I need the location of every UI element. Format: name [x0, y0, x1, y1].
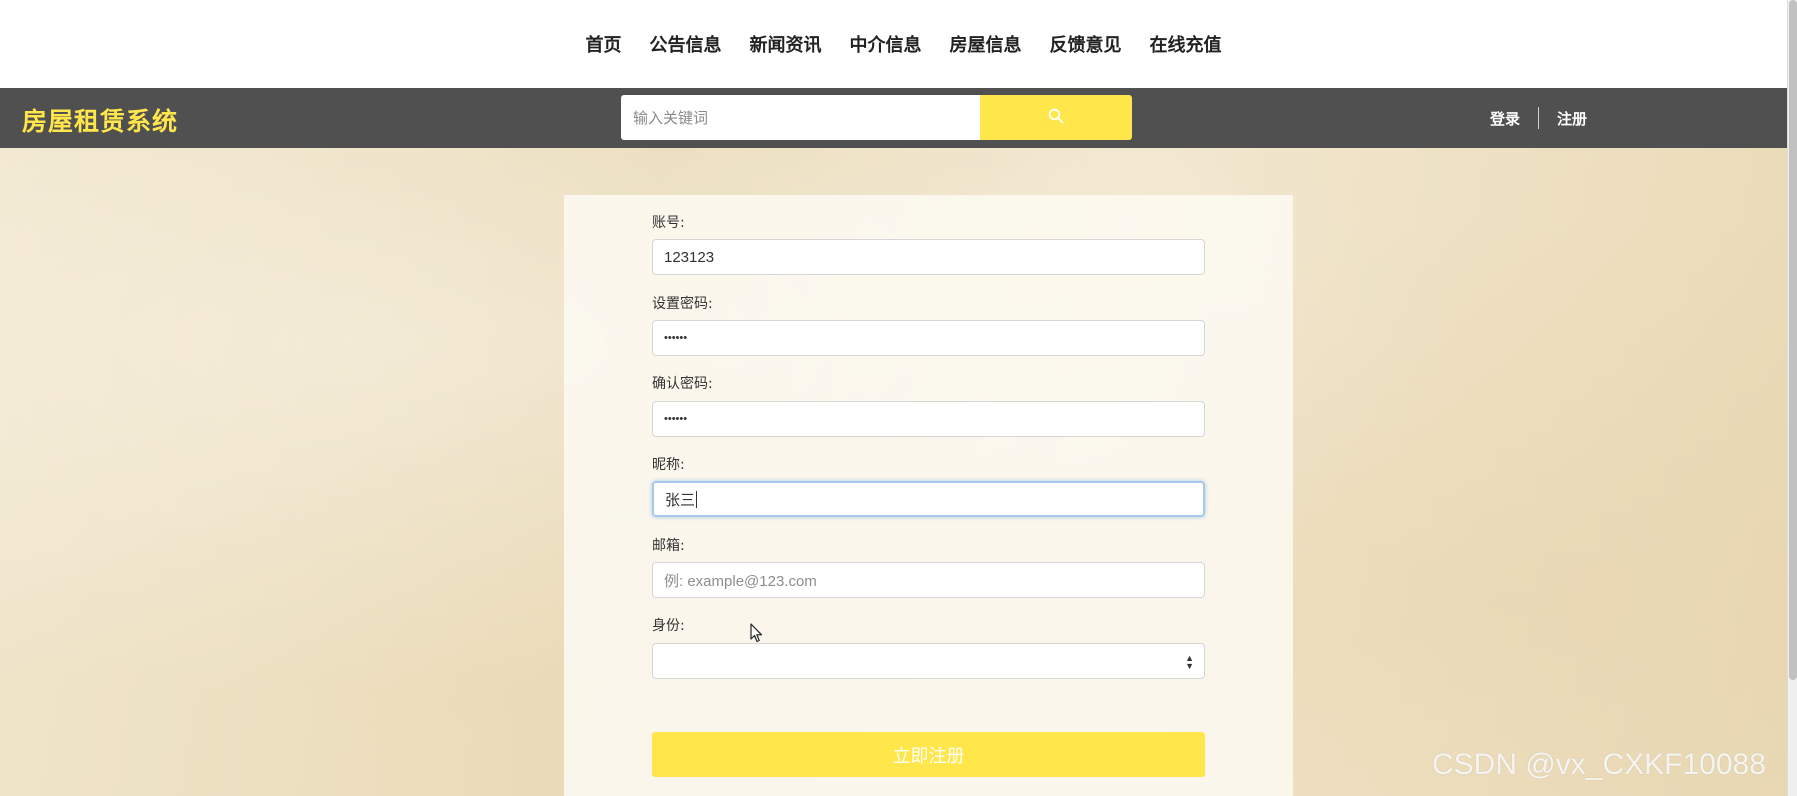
mouse-cursor-icon [750, 623, 764, 647]
watermark-text: CSDN @vx_CXKF10088 [1432, 748, 1766, 781]
role-label: 身份: [652, 618, 685, 634]
email-field[interactable]: 例: example@123.com [652, 562, 1205, 598]
auth-divider [1538, 107, 1540, 129]
register-submit-button[interactable]: 立即注册 [652, 732, 1205, 777]
login-link[interactable]: 登录 [1490, 108, 1520, 129]
nav-item-announcements[interactable]: 公告信息 [650, 31, 722, 57]
top-navigation: 首页 公告信息 新闻资讯 中介信息 房屋信息 反馈意见 在线充值 [0, 0, 1787, 88]
nav-item-recharge[interactable]: 在线充值 [1150, 31, 1222, 57]
password-field[interactable]: •••••• [652, 320, 1205, 356]
nickname-value: 张三 [665, 491, 696, 509]
register-form: 账号: 123123 设置密码: •••••• 确认密码: •••••• 昵称:… [564, 195, 1293, 796]
nav-item-news[interactable]: 新闻资讯 [750, 31, 822, 57]
page-scrollbar[interactable] [1787, 0, 1797, 796]
email-placeholder: 例: example@123.com [664, 572, 817, 590]
account-label: 账号: [652, 215, 685, 231]
account-value: 123123 [664, 248, 715, 266]
nav-item-agents[interactable]: 中介信息 [850, 31, 922, 57]
search-bar [621, 95, 1132, 140]
nickname-field[interactable]: 张三 [652, 481, 1205, 517]
header-bar: 房屋租赁系统 登录 注册 [0, 88, 1787, 148]
select-arrows-icon: ▲ ▼ [1185, 653, 1194, 671]
confirm-password-value: •••••• [664, 413, 688, 425]
search-button[interactable] [980, 95, 1132, 140]
text-caret [696, 490, 698, 508]
nav-item-houses[interactable]: 房屋信息 [950, 31, 1022, 57]
confirm-password-field[interactable]: •••••• [652, 401, 1205, 437]
role-select[interactable]: ▲ ▼ [652, 643, 1205, 679]
account-field[interactable]: 123123 [652, 239, 1205, 275]
nickname-label: 昵称: [652, 457, 685, 473]
scrollbar-thumb[interactable] [1789, 0, 1797, 680]
auth-links: 登录 注册 [1490, 106, 1587, 130]
search-icon [1048, 108, 1064, 127]
nav-item-home[interactable]: 首页 [586, 31, 622, 57]
nav-item-feedback[interactable]: 反馈意见 [1050, 31, 1122, 57]
brand-title[interactable]: 房屋租赁系统 [22, 102, 178, 138]
email-label: 邮箱: [652, 538, 685, 554]
search-input[interactable] [621, 95, 980, 140]
confirm-password-label: 确认密码: [652, 376, 713, 392]
register-link[interactable]: 注册 [1557, 108, 1587, 129]
password-value: •••••• [664, 332, 688, 344]
password-label: 设置密码: [652, 296, 713, 312]
